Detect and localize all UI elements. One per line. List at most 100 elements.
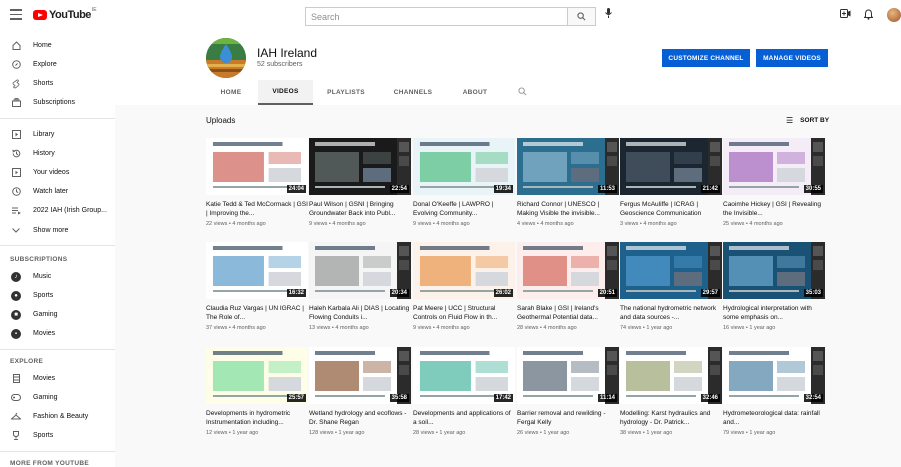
thumbnail-slide-image [620, 347, 708, 404]
tab-about[interactable]: ABOUT [455, 80, 495, 105]
video-thumbnail[interactable]: 35:58 [309, 347, 411, 404]
tab-playlists[interactable]: PLAYLISTS [320, 80, 372, 105]
video-title[interactable]: Donal O'Keeffe | LAWPRO | Evolving Commu… [413, 200, 515, 218]
video-card[interactable]: 30:55 Caoimhe Hickey | GSI | Revealing th… [723, 138, 825, 227]
bell-icon[interactable] [863, 9, 874, 23]
video-thumbnail[interactable]: 30:55 [723, 138, 825, 195]
video-title[interactable]: Modelling: Karst hydraulics and hydrolog… [620, 409, 722, 427]
account-avatar[interactable] [887, 8, 901, 22]
sidebar-sub-sports[interactable]: ● Sports [0, 286, 115, 305]
menu-icon[interactable] [10, 9, 22, 23]
video-title[interactable]: Katie Tedd & Ted McCormack | GSI | Impro… [206, 200, 308, 218]
video-meta: 38 views • 1 year ago [620, 430, 673, 436]
thumbnail-slide-image [309, 347, 397, 404]
customize-channel-button[interactable]: CUSTOMIZE CHANNEL [662, 49, 750, 67]
video-thumbnail[interactable]: 20:51 [517, 242, 619, 299]
video-title[interactable]: Paul Wilson | GSNI | Bringing Groundwate… [309, 200, 411, 218]
video-card[interactable]: 19:34 Donal O'Keeffe | LAWPRO | Evolving … [413, 138, 515, 227]
video-title[interactable]: Barrier removal and rewilding - Fergal K… [517, 409, 619, 427]
video-card[interactable]: 35:03 Hydrological interpretation with so… [723, 242, 825, 331]
video-title[interactable]: Sarah Blake | GSI | Ireland's Geothermal… [517, 304, 619, 322]
sidebar-explore-fashion[interactable]: Fashion & Beauty [0, 407, 115, 426]
video-thumbnail[interactable]: 22:54 [309, 138, 411, 195]
sidebar-item-your-videos[interactable]: Your videos [0, 163, 115, 182]
mic-icon[interactable] [605, 8, 612, 21]
video-thumbnail[interactable]: 24:04 [206, 138, 308, 195]
video-title[interactable]: Haleh Karbala Ali | DIAS | Locating Flow… [309, 304, 411, 322]
sidebar-sub-gaming[interactable]: ■ Gaming [0, 305, 115, 324]
video-meta: 4 views • 4 months ago [517, 221, 574, 227]
video-thumbnail[interactable]: 11:14 [517, 347, 619, 404]
video-title[interactable]: Richard Connor | UNESCO | Making Visible… [517, 200, 619, 218]
video-card[interactable]: 20:34 Haleh Karbala Ali | DIAS | Locating… [309, 242, 411, 331]
main-content: IAH Ireland 52 subscribers CUSTOMIZE CHA… [115, 32, 901, 467]
video-card[interactable]: 24:04 Katie Tedd & Ted McCormack | GSI | … [206, 138, 308, 227]
sidebar-item-watch-later[interactable]: Watch later [0, 182, 115, 201]
video-card[interactable]: 11:14 Barrier removal and rewilding - Fer… [517, 347, 619, 436]
sort-by-button[interactable]: ☰ SORT BY [786, 116, 829, 125]
video-thumbnail[interactable]: 26:02 [413, 242, 515, 299]
video-thumbnail[interactable]: 21:42 [620, 138, 722, 195]
sidebar-explore-gaming[interactable]: Gaming [0, 388, 115, 407]
sidebar-sub-movies[interactable]: ▪ Movies [0, 324, 115, 343]
video-card[interactable]: 32:46 Modelling: Karst hydraulics and hyd… [620, 347, 722, 436]
video-card[interactable]: 16:32 Claudia Ruz Vargas | UN IGRAC | The… [206, 242, 308, 331]
youtube-logo[interactable]: YouTube IE [33, 7, 97, 21]
video-thumbnail[interactable]: 25:57 [206, 347, 308, 404]
video-duration: 25:57 [286, 394, 306, 402]
video-card[interactable]: 17:42 Developments and applications of a … [413, 347, 515, 436]
video-duration: 11:53 [597, 185, 617, 193]
sidebar-item-label: Gaming [33, 394, 58, 401]
tab-home[interactable]: HOME [206, 80, 256, 105]
video-title[interactable]: Wetland hydrology and ecoflows - Dr. Sha… [309, 409, 411, 427]
playlist-icon [11, 206, 21, 216]
tab-channels[interactable]: CHANNELS [387, 80, 439, 105]
manage-videos-button[interactable]: MANAGE VIDEOS [756, 49, 828, 67]
video-title[interactable]: Developments and applications of a soil.… [413, 409, 515, 427]
video-thumbnail[interactable]: 16:32 [206, 242, 308, 299]
channel-search-icon[interactable] [518, 87, 527, 98]
sidebar-item-history[interactable]: History [0, 144, 115, 163]
video-thumbnail[interactable]: 35:03 [723, 242, 825, 299]
video-thumbnail[interactable]: 11:53 [517, 138, 619, 195]
create-icon[interactable] [840, 9, 851, 21]
sidebar-explore-movies[interactable]: Movies [0, 369, 115, 388]
sidebar-explore-sports[interactable]: Sports [0, 426, 115, 445]
video-thumbnail[interactable]: 20:34 [309, 242, 411, 299]
video-card[interactable]: 21:42 Fergus McAuliffe | ICRAG | Geoscien… [620, 138, 722, 227]
sidebar-item-subscriptions[interactable]: Subscriptions [0, 93, 115, 112]
channel-avatar[interactable] [206, 38, 246, 78]
sidebar-sub-music[interactable]: ♪ Music [0, 267, 115, 286]
video-card[interactable]: 22:54 Paul Wilson | GSNI | Bringing Groun… [309, 138, 411, 227]
video-thumbnail[interactable]: 29:57 [620, 242, 722, 299]
video-meta: 26 views • 1 year ago [517, 430, 570, 436]
video-thumbnail[interactable]: 19:34 [413, 138, 515, 195]
video-thumbnail[interactable]: 32:54 [723, 347, 825, 404]
video-title[interactable]: Pat Meere | UCC | Structural Controls on… [413, 304, 515, 322]
sidebar-item-shorts[interactable]: Shorts [0, 74, 115, 93]
sidebar-item-home[interactable]: Home [0, 36, 115, 55]
sidebar-item-explore[interactable]: Explore [0, 55, 115, 74]
video-title[interactable]: Hydrometeorological data: rainfall and..… [723, 409, 825, 427]
video-card[interactable]: 26:02 Pat Meere | UCC | Structural Contro… [413, 242, 515, 331]
video-title[interactable]: Claudia Ruz Vargas | UN IGRAC | The Role… [206, 304, 308, 322]
video-card[interactable]: 20:51 Sarah Blake | GSI | Ireland's Geoth… [517, 242, 619, 331]
sidebar-item-library[interactable]: Library [0, 125, 115, 144]
video-title[interactable]: The national hydrometric network and dat… [620, 304, 722, 322]
tab-videos[interactable]: VIDEOS [258, 80, 313, 105]
video-card[interactable]: 29:57 The national hydrometric network an… [620, 242, 722, 331]
sidebar-show-more[interactable]: Show more [0, 221, 115, 240]
video-card[interactable]: 32:54 Hydrometeorological data: rainfall … [723, 347, 825, 436]
video-card[interactable]: 11:53 Richard Connor | UNESCO | Making Vi… [517, 138, 619, 227]
video-thumbnail[interactable]: 17:42 [413, 347, 515, 404]
sidebar-item-playlist[interactable]: 2022 IAH (Irish Group... [0, 201, 115, 220]
video-card[interactable]: 25:57 Developments in hydrometric Instrum… [206, 347, 308, 436]
video-title[interactable]: Developments in hydrometric Instrumentat… [206, 409, 308, 427]
video-thumbnail[interactable]: 32:46 [620, 347, 722, 404]
video-card[interactable]: 35:58 Wetland hydrology and ecoflows - Dr… [309, 347, 411, 436]
search-button[interactable] [568, 7, 596, 26]
video-title[interactable]: Fergus McAuliffe | ICRAG | Geoscience Co… [620, 200, 722, 218]
video-title[interactable]: Caoimhe Hickey | GSI | Revealing the Inv… [723, 200, 825, 218]
search-input[interactable]: Search [305, 7, 568, 26]
video-title[interactable]: Hydrological interpretation with some em… [723, 304, 825, 322]
